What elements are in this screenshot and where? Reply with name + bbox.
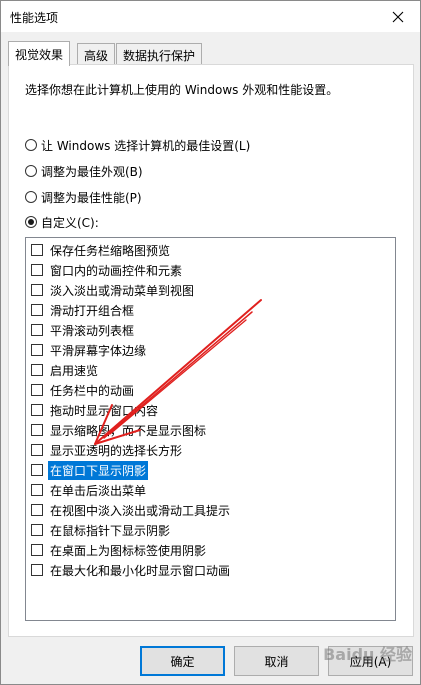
radio-button-selected[interactable] xyxy=(25,216,37,228)
list-item[interactable]: 在最大化和最小化时显示窗口动画 xyxy=(26,560,395,580)
option-label: 在最大化和最小化时显示窗口动画 xyxy=(50,563,231,578)
list-item[interactable]: 在视图中淡入淡出或滑动工具提示 xyxy=(26,500,395,520)
radio-let-windows-choose[interactable]: 让 Windows 选择计算机的最佳设置(L) xyxy=(25,136,250,154)
option-label: 淡入淡出或滑动菜单到视图 xyxy=(50,283,195,298)
title-bar[interactable]: 性能选项 xyxy=(1,1,420,32)
option-label: 在鼠标指针下显示阴影 xyxy=(50,523,171,538)
apply-button[interactable]: 应用(A) xyxy=(328,646,413,676)
checkbox[interactable] xyxy=(31,244,43,256)
option-label: 平滑屏幕字体边缘 xyxy=(50,343,147,358)
radio-label: 自定义(C): xyxy=(41,215,99,230)
radio-button[interactable] xyxy=(25,191,37,203)
list-item-selected[interactable]: 在窗口下显示阴影 xyxy=(26,460,395,480)
list-item[interactable]: 平滑滚动列表框 xyxy=(26,320,395,340)
checkbox[interactable] xyxy=(31,284,43,296)
list-item[interactable]: 窗口内的动画控件和元素 xyxy=(26,260,395,280)
list-item[interactable]: 显示缩略图，而不是显示图标 xyxy=(26,420,395,440)
checkbox[interactable] xyxy=(31,384,43,396)
radio-best-performance[interactable]: 调整为最佳性能(P) xyxy=(25,188,142,206)
performance-options-dialog: 性能选项 视觉效果 高级 数据执行保护 选择你想在此计算机上使用的 Window… xyxy=(0,0,421,685)
radio-label: 让 Windows 选择计算机的最佳设置(L) xyxy=(41,138,251,153)
option-label: 保存任务栏缩略图预览 xyxy=(50,243,171,258)
close-icon xyxy=(392,11,404,22)
radio-best-appearance[interactable]: 调整为最佳外观(B) xyxy=(25,162,143,180)
ok-button[interactable]: 确定 xyxy=(140,646,225,676)
visual-effects-list[interactable]: 保存任务栏缩略图预览 窗口内的动画控件和元素 淡入淡出或滑动菜单到视图 滑动打开… xyxy=(25,237,396,621)
list-item[interactable]: 拖动时显示窗口内容 xyxy=(26,400,395,420)
list-item[interactable]: 滑动打开组合框 xyxy=(26,300,395,320)
tab-visual-effects[interactable]: 视觉效果 xyxy=(8,41,71,66)
checkbox[interactable] xyxy=(31,464,43,476)
option-label: 窗口内的动画控件和元素 xyxy=(50,263,183,278)
radio-custom[interactable]: 自定义(C): xyxy=(25,213,99,231)
visual-effects-panel: 选择你想在此计算机上使用的 Windows 外观和性能设置。 让 Windows… xyxy=(8,64,414,637)
checkbox[interactable] xyxy=(31,504,43,516)
checkbox[interactable] xyxy=(31,324,43,336)
list-item[interactable]: 保存任务栏缩略图预览 xyxy=(26,240,395,260)
tab-data-execution-prevention[interactable]: 数据执行保护 xyxy=(116,43,203,64)
radio-label: 调整为最佳性能(P) xyxy=(41,190,142,205)
option-label: 在视图中淡入淡出或滑动工具提示 xyxy=(50,503,231,518)
checkbox[interactable] xyxy=(31,364,43,376)
option-label: 任务栏中的动画 xyxy=(50,383,135,398)
option-label: 在桌面上为图标标签使用阴影 xyxy=(50,543,207,558)
option-label: 在单击后淡出菜单 xyxy=(50,483,147,498)
option-label: 启用速览 xyxy=(50,363,99,378)
list-item[interactable]: 在单击后淡出菜单 xyxy=(26,480,395,500)
checkbox[interactable] xyxy=(31,424,43,436)
list-item[interactable]: 淡入淡出或滑动菜单到视图 xyxy=(26,280,395,300)
option-label: 显示缩略图，而不是显示图标 xyxy=(50,423,207,438)
window-title: 性能选项 xyxy=(10,11,59,25)
cancel-button[interactable]: 取消 xyxy=(234,646,319,676)
option-label: 拖动时显示窗口内容 xyxy=(50,403,159,418)
checkbox[interactable] xyxy=(31,484,43,496)
option-label: 平滑滚动列表框 xyxy=(50,323,135,338)
checkbox[interactable] xyxy=(31,404,43,416)
tab-advanced[interactable]: 高级 xyxy=(77,43,116,64)
checkbox[interactable] xyxy=(31,304,43,316)
checkbox[interactable] xyxy=(31,444,43,456)
list-item[interactable]: 任务栏中的动画 xyxy=(26,380,395,400)
checkbox[interactable] xyxy=(31,344,43,356)
option-label: 滑动打开组合框 xyxy=(50,303,135,318)
radio-button[interactable] xyxy=(25,165,37,177)
checkbox[interactable] xyxy=(31,264,43,276)
checkbox[interactable] xyxy=(31,524,43,536)
option-label: 在窗口下显示阴影 xyxy=(48,460,149,480)
list-item[interactable]: 启用速览 xyxy=(26,360,395,380)
list-item[interactable]: 平滑屏幕字体边缘 xyxy=(26,340,395,360)
list-item[interactable]: 在桌面上为图标标签使用阴影 xyxy=(26,540,395,560)
close-button[interactable] xyxy=(376,1,420,32)
radio-label: 调整为最佳外观(B) xyxy=(41,164,143,179)
list-item[interactable]: 在鼠标指针下显示阴影 xyxy=(26,520,395,540)
list-item[interactable]: 显示亚透明的选择长方形 xyxy=(26,440,395,460)
checkbox[interactable] xyxy=(31,544,43,556)
panel-description: 选择你想在此计算机上使用的 Windows 外观和性能设置。 xyxy=(25,83,339,97)
checkbox[interactable] xyxy=(31,564,43,576)
radio-button[interactable] xyxy=(25,139,37,151)
option-label: 显示亚透明的选择长方形 xyxy=(50,443,183,458)
